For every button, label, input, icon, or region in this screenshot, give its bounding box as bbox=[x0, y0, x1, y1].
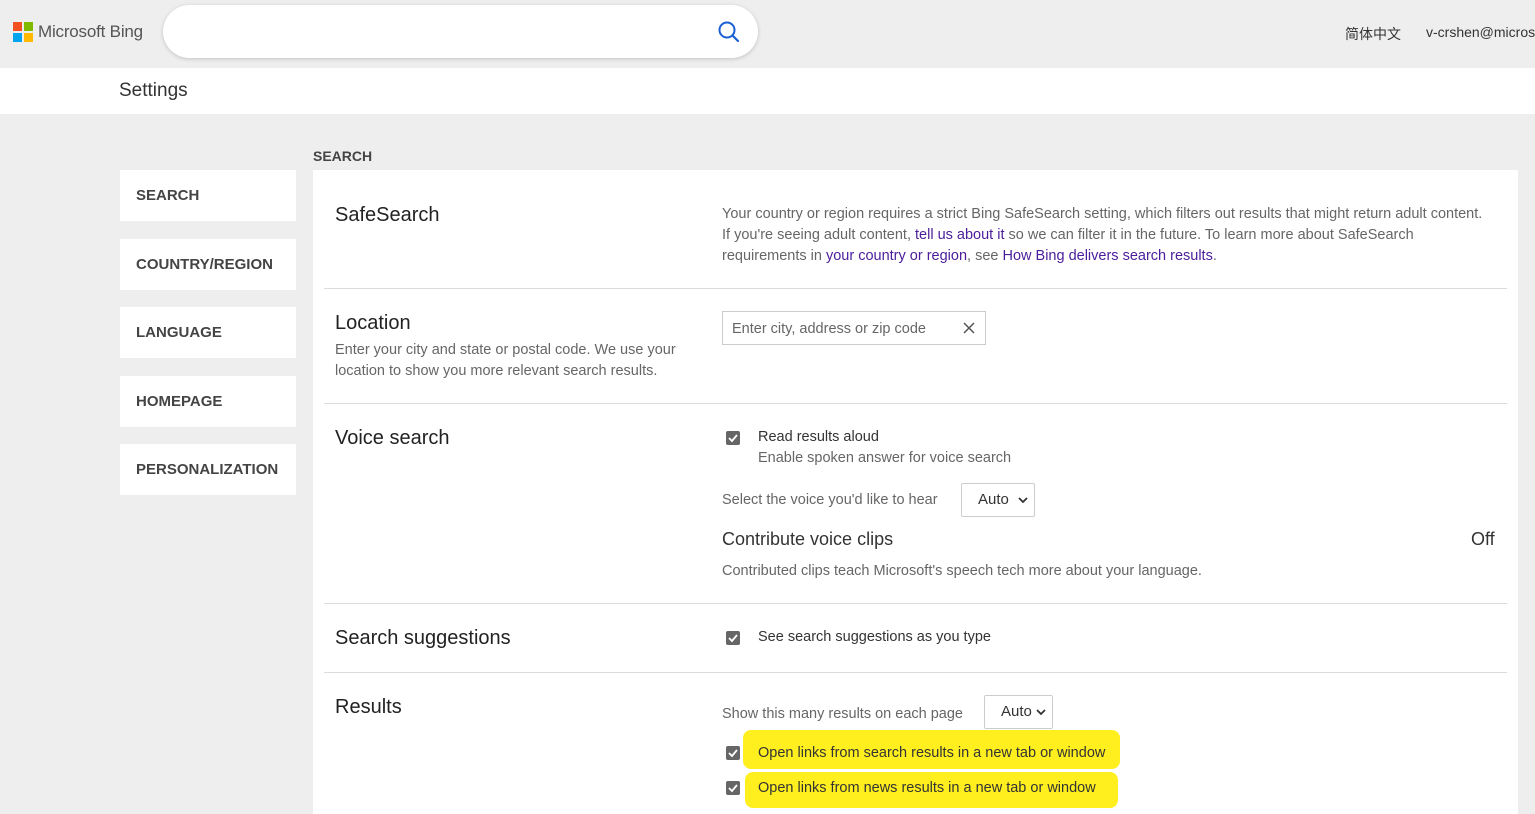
top-header: Microsoft Bing 简体中文 v-crshen@micros bbox=[0, 0, 1535, 68]
search-icon bbox=[718, 21, 740, 43]
read-aloud-label: Read results aloud bbox=[758, 429, 879, 445]
divider bbox=[324, 288, 1507, 289]
language-link[interactable]: 简体中文 bbox=[1345, 24, 1401, 44]
open-search-links-label: Open links from search results in a new … bbox=[758, 745, 1106, 761]
page-title: Settings bbox=[119, 80, 188, 101]
location-description: Enter your city and state or postal code… bbox=[335, 342, 676, 379]
open-news-links-checkbox[interactable] bbox=[726, 781, 740, 795]
contribute-voice-title: Contribute voice clips bbox=[722, 529, 894, 549]
microsoft-logo-icon bbox=[13, 22, 33, 42]
search-button[interactable] bbox=[716, 19, 742, 45]
search-input[interactable] bbox=[187, 15, 697, 47]
search-suggestions-label: See search suggestions as you type bbox=[758, 629, 991, 645]
nav-item-country-region[interactable]: COUNTRY/REGION bbox=[120, 239, 296, 290]
results-count-value: Auto bbox=[1001, 703, 1032, 720]
checkmark-icon bbox=[728, 784, 738, 793]
voice-select-label: Select the voice you'd like to hear bbox=[722, 492, 938, 508]
voice-select-value: Auto bbox=[978, 491, 1009, 508]
contribute-voice-description: Contributed clips teach Microsoft's spee… bbox=[722, 563, 1202, 579]
settings-bar: Settings bbox=[0, 68, 1535, 114]
safesearch-description: Your country or region requires a strict… bbox=[722, 204, 1492, 267]
logo-text: Microsoft Bing bbox=[38, 22, 143, 41]
safesearch-text-3: , see bbox=[967, 248, 1003, 264]
search-suggestions-checkbox[interactable] bbox=[726, 631, 740, 645]
bing-logo[interactable]: Microsoft Bing bbox=[13, 22, 143, 42]
search-box bbox=[163, 5, 758, 58]
location-title: Location bbox=[335, 312, 411, 334]
settings-panel: SafeSearch Your country or region requir… bbox=[313, 170, 1518, 814]
read-aloud-description: Enable spoken answer for voice search bbox=[758, 450, 1012, 466]
results-title: Results bbox=[335, 696, 402, 718]
results-count-label: Show this many results on each page bbox=[722, 706, 963, 722]
search-suggestions-title: Search suggestions bbox=[335, 627, 511, 649]
divider bbox=[324, 403, 1507, 404]
open-news-links-label: Open links from news results in a new ta… bbox=[758, 780, 1096, 796]
chevron-down-icon bbox=[1018, 497, 1028, 504]
section-heading: SEARCH bbox=[313, 148, 373, 164]
location-input-box bbox=[722, 311, 986, 345]
voice-search-title: Voice search bbox=[335, 427, 450, 449]
results-count-select[interactable]: Auto bbox=[984, 695, 1053, 729]
divider bbox=[324, 603, 1507, 604]
safesearch-title: SafeSearch bbox=[335, 204, 440, 226]
nav-item-homepage[interactable]: HOMEPAGE bbox=[120, 376, 296, 427]
clear-location-button[interactable] bbox=[962, 321, 976, 335]
close-icon bbox=[963, 322, 975, 334]
read-aloud-checkbox[interactable] bbox=[726, 431, 740, 445]
checkmark-icon bbox=[728, 749, 738, 758]
user-account-link[interactable]: v-crshen@micros bbox=[1426, 24, 1535, 40]
divider bbox=[324, 672, 1507, 673]
nav-item-search[interactable]: SEARCH bbox=[120, 170, 296, 221]
chevron-down-icon bbox=[1036, 709, 1046, 716]
nav-item-language[interactable]: LANGUAGE bbox=[120, 307, 296, 358]
how-bing-delivers-link[interactable]: How Bing delivers search results bbox=[1002, 248, 1212, 264]
tell-us-link[interactable]: tell us about it bbox=[915, 227, 1004, 243]
checkmark-icon bbox=[728, 634, 738, 643]
contribute-voice-status[interactable]: Off bbox=[1471, 529, 1495, 550]
location-input[interactable] bbox=[732, 319, 954, 339]
country-region-link[interactable]: your country or region bbox=[826, 248, 967, 264]
nav-item-personalization[interactable]: PERSONALIZATION bbox=[120, 444, 296, 495]
checkmark-icon bbox=[728, 434, 738, 443]
open-search-links-checkbox[interactable] bbox=[726, 746, 740, 760]
voice-select[interactable]: Auto bbox=[961, 483, 1035, 517]
safesearch-text-4: . bbox=[1212, 248, 1217, 264]
